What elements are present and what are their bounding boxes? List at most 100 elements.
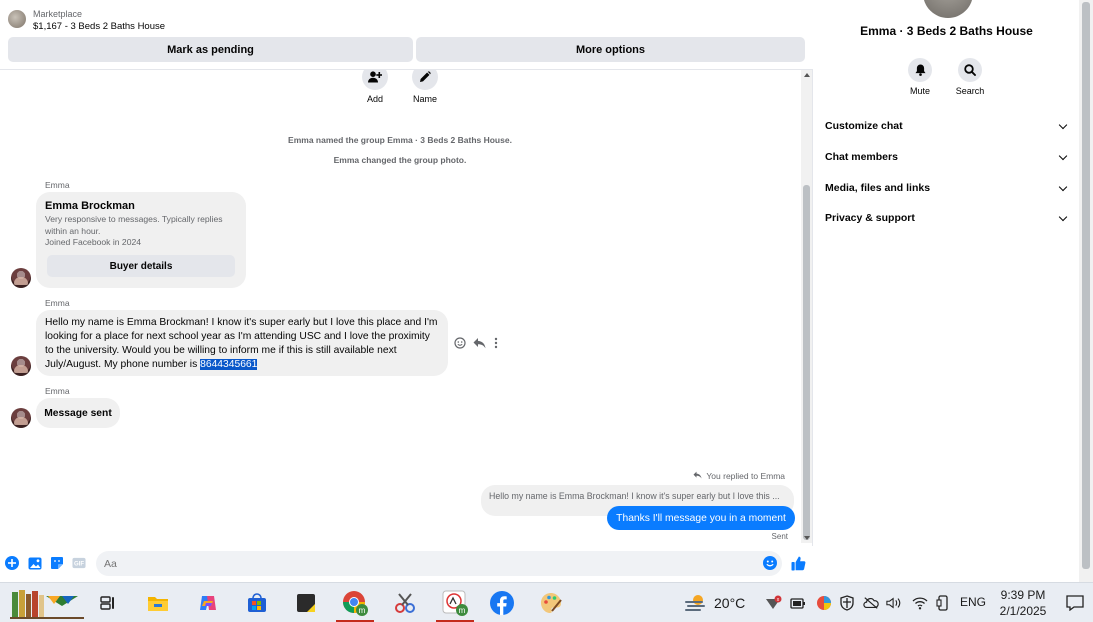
copilot-icon[interactable] (195, 590, 221, 616)
thread-scrollbar[interactable] (801, 70, 812, 543)
message-bubble[interactable]: Hello my name is Emma Brockman! I know i… (36, 310, 448, 376)
volume-icon[interactable] (886, 595, 902, 611)
react-icon[interactable] (454, 336, 466, 354)
scroll-up-arrow-icon[interactable] (804, 73, 810, 77)
microsoft-store-icon[interactable] (244, 590, 270, 616)
profile-app-icon[interactable]: m (436, 590, 474, 622)
task-view-icon[interactable] (95, 590, 121, 616)
onedrive-offline-icon[interactable] (863, 595, 879, 611)
clock-date: 2/1/2025 (999, 604, 1047, 618)
name-group-button[interactable]: Name (402, 70, 448, 104)
listing-thumbnail[interactable] (8, 10, 26, 28)
bell-icon (908, 58, 932, 82)
sender-name: Emma (45, 386, 70, 396)
language-indicator[interactable]: ENG (960, 595, 986, 609)
notification-center-icon[interactable] (1066, 595, 1084, 611)
battery-saver-icon[interactable] (790, 595, 806, 611)
file-explorer-icon[interactable] (145, 590, 171, 616)
mark-as-pending-button[interactable]: Mark as pending (8, 37, 413, 62)
phone-number-selection: 8644345661 (200, 359, 258, 370)
info-scrollbar[interactable] (1079, 0, 1093, 582)
marketplace-header: Marketplace $1,167 - 3 Beds 2 Baths Hous… (0, 0, 813, 70)
scrollbar-thumb[interactable] (803, 185, 810, 540)
add-person-icon (362, 70, 388, 90)
wifi-icon[interactable] (912, 595, 928, 611)
buyer-joined: Joined Facebook in 2024 (45, 237, 142, 247)
avatar[interactable] (11, 268, 31, 288)
composer: GIF (0, 546, 813, 582)
add-label: Add (366, 94, 383, 104)
more-icon[interactable] (493, 336, 499, 354)
chevron-down-icon (1058, 212, 1068, 221)
system-message: Emma named the group Emma · 3 Beds 2 Bat… (288, 135, 512, 145)
scroll-down-arrow-icon[interactable] (804, 536, 810, 540)
message-thread: Add Name Emma named the group Emma · 3 B… (0, 70, 800, 543)
system-clock[interactable]: 9:39 PM 2/1/2025 (995, 587, 1051, 619)
reply-arrow-icon (693, 471, 702, 481)
chat-members-section[interactable]: Chat members (825, 147, 1070, 167)
svg-text:m: m (359, 606, 366, 615)
temperature[interactable]: 20°C (714, 595, 745, 611)
sender-name: Emma (45, 180, 70, 190)
clock-time: 9:39 PM (1000, 588, 1046, 602)
windows-taskbar: m m 20°C x ENG 9:39 PM 2/1/2025 (0, 582, 1093, 622)
chevron-down-icon (1058, 182, 1068, 191)
facebook-icon[interactable] (489, 590, 515, 616)
chevron-down-icon (1058, 151, 1068, 160)
pencil-icon (412, 70, 438, 90)
photo-icon[interactable] (28, 556, 42, 570)
section-label: Customize chat (825, 120, 903, 132)
privacy-support-section[interactable]: Privacy & support (825, 208, 1070, 228)
chevron-down-icon (1058, 120, 1068, 129)
section-label: Media, files and links (825, 182, 931, 194)
listing-title[interactable]: $1,167 - 3 Beds 2 Baths House (33, 21, 165, 32)
group-photo[interactable] (923, 0, 973, 18)
mute-label: Mute (909, 86, 930, 96)
outgoing-message-bubble[interactable]: Thanks I'll message you in a moment (607, 506, 795, 530)
name-label: Name (412, 94, 437, 104)
message-input[interactable] (96, 551, 782, 576)
emoji-icon[interactable] (763, 556, 777, 570)
snipping-tool-icon[interactable] (392, 590, 418, 616)
section-label: Privacy & support (825, 212, 915, 224)
gif-icon[interactable]: GIF (72, 556, 86, 570)
customize-chat-section[interactable]: Customize chat (825, 116, 1070, 136)
reply-icon[interactable] (473, 336, 486, 354)
search-icon (958, 58, 982, 82)
plus-icon[interactable] (5, 556, 19, 570)
avatar[interactable] (11, 408, 31, 428)
group-title: Emma · 3 Beds 2 Baths House (860, 24, 1033, 38)
sender-name: Emma (45, 298, 70, 308)
widgets-bookshelf-icon[interactable] (10, 590, 84, 619)
mute-button[interactable]: Mute (895, 58, 945, 96)
system-message: Emma changed the group photo. (333, 155, 467, 165)
buyer-details-button[interactable]: Buyer details (47, 255, 235, 277)
weather-icon[interactable] (684, 595, 708, 611)
like-icon[interactable] (790, 556, 806, 570)
message-bubble[interactable]: Message sent (36, 398, 120, 428)
sticky-notes-icon[interactable] (293, 590, 319, 616)
replied-label: You replied to Emma (706, 471, 785, 481)
chat-info-pane: Emma · 3 Beds 2 Baths House Mute Search … (814, 0, 1079, 582)
search-button[interactable]: Search (945, 58, 995, 96)
media-files-links-section[interactable]: Media, files and links (825, 178, 1070, 198)
screen: Marketplace $1,167 - 3 Beds 2 Baths Hous… (0, 0, 1093, 622)
scrollbar-thumb[interactable] (1082, 2, 1090, 569)
chat-pane: Marketplace $1,167 - 3 Beds 2 Baths Hous… (0, 0, 813, 582)
buyer-profile-card: Emma Brockman Very responsive to message… (36, 192, 246, 288)
more-options-button[interactable]: More options (416, 37, 805, 62)
sticker-icon[interactable] (50, 556, 64, 570)
network-alert-icon[interactable]: x (764, 595, 784, 611)
avatar[interactable] (11, 356, 31, 376)
paint-icon[interactable] (538, 590, 564, 616)
svg-text:GIF: GIF (74, 562, 84, 568)
sent-status: Sent (771, 532, 788, 541)
color-app-icon[interactable] (816, 595, 832, 611)
section-label: Chat members (825, 151, 898, 163)
add-people-button[interactable]: Add (352, 70, 398, 104)
svg-text:m: m (459, 606, 466, 615)
security-shield-icon[interactable] (839, 595, 855, 611)
phone-link-icon[interactable] (935, 595, 951, 611)
buyer-description: Very responsive to messages. Typically r… (45, 214, 235, 249)
chrome-icon[interactable]: m (336, 590, 374, 622)
